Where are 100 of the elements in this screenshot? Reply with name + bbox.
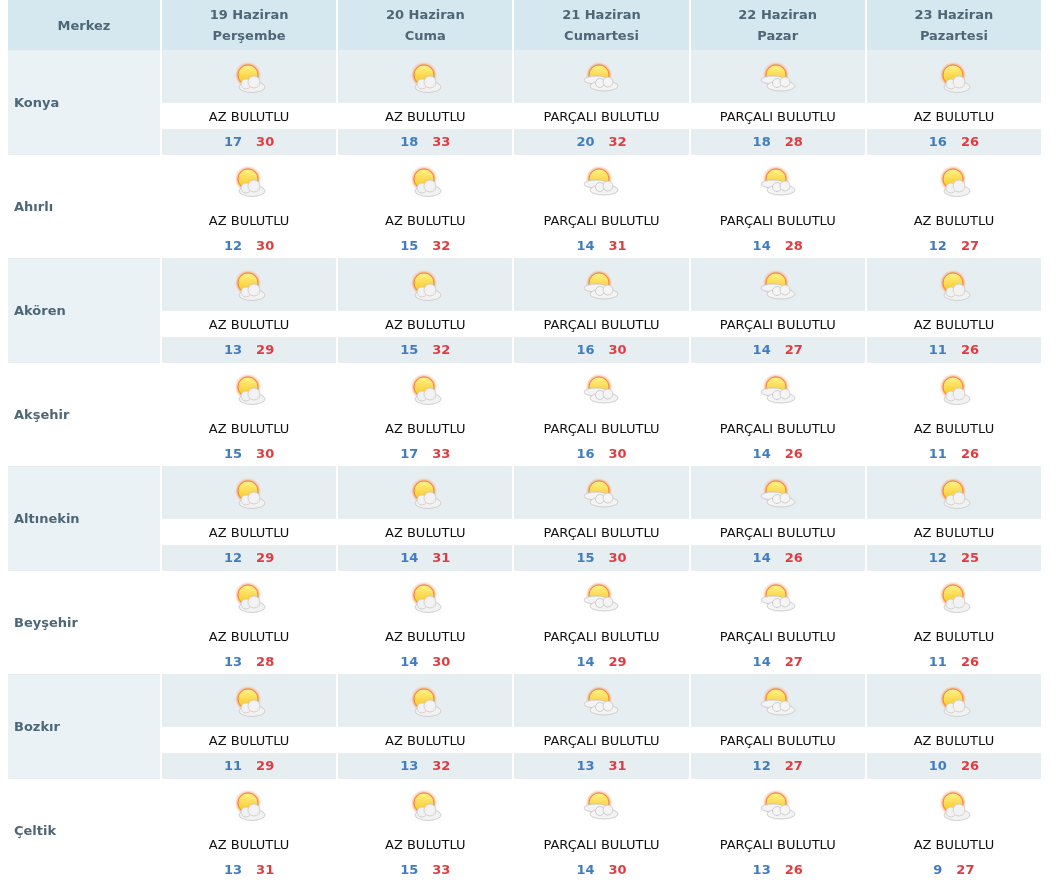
city-name: Bozkır	[8, 674, 160, 778]
date-label: 20 Haziran	[385, 6, 465, 24]
low-temperature: 12	[224, 238, 243, 253]
low-temperature: 15	[576, 550, 595, 565]
sun-behind-clouds-icon	[758, 60, 797, 94]
high-temperature: 30	[608, 862, 627, 877]
weekday-label: Cuma	[404, 27, 446, 45]
high-temperature: 26	[784, 446, 803, 461]
low-temperature: 11	[928, 342, 947, 357]
low-temperature: 13	[400, 758, 419, 773]
low-temperature: 18	[752, 134, 771, 149]
high-temperature: 29	[256, 342, 275, 357]
low-temperature: 15	[400, 342, 419, 357]
low-temperature: 18	[400, 134, 419, 149]
low-temperature: 16	[576, 446, 595, 461]
low-temperature: 13	[576, 758, 595, 773]
low-temperature: 12	[752, 758, 771, 773]
sun-behind-clouds-icon	[758, 788, 797, 822]
low-temperature: 14	[752, 654, 771, 669]
city-name: Altınekin	[8, 466, 160, 570]
sun-behind-clouds-icon	[582, 372, 621, 406]
sun-behind-clouds-icon	[758, 268, 797, 302]
column-header: Merkez	[8, 0, 160, 50]
low-temperature: 13	[224, 862, 243, 877]
city-name: Akören	[8, 258, 160, 362]
low-temperature: 11	[928, 654, 947, 669]
low-temperature: 14	[752, 238, 771, 253]
high-temperature: 26	[784, 862, 803, 877]
high-temperature: 27	[784, 342, 803, 357]
date-label: 22 Haziran	[738, 6, 818, 24]
high-temperature: 32	[432, 342, 451, 357]
sun-behind-clouds-icon	[582, 60, 621, 94]
high-temperature: 26	[960, 654, 979, 669]
high-temperature: 30	[432, 654, 451, 669]
low-temperature: 20	[576, 134, 595, 149]
sun-behind-clouds-icon	[758, 476, 797, 510]
high-temperature: 30	[256, 446, 275, 461]
low-temperature: 15	[224, 446, 243, 461]
weekday-label: Pazar	[757, 27, 799, 45]
high-temperature: 33	[432, 134, 451, 149]
sun-behind-clouds-icon	[582, 268, 621, 302]
high-temperature: 31	[608, 238, 627, 253]
high-temperature: 29	[256, 758, 275, 773]
low-temperature: 16	[928, 134, 947, 149]
high-temperature: 32	[432, 758, 451, 773]
low-temperature: 15	[400, 862, 419, 877]
date-label: 19 Haziran	[209, 6, 289, 24]
high-temperature: 25	[960, 550, 979, 565]
weekday-label: Pazartesi	[919, 27, 988, 45]
high-temperature: 26	[960, 758, 979, 773]
sun-behind-clouds-icon	[582, 580, 621, 614]
low-temperature: 14	[576, 862, 595, 877]
city-name: Konya	[8, 50, 160, 154]
high-temperature: 29	[608, 654, 627, 669]
high-temperature: 28	[784, 134, 803, 149]
high-temperature: 26	[784, 550, 803, 565]
low-temperature: 13	[224, 342, 243, 357]
sun-behind-clouds-icon	[582, 788, 621, 822]
high-temperature: 32	[608, 134, 627, 149]
low-temperature: 17	[400, 446, 419, 461]
high-temperature: 27	[784, 758, 803, 773]
low-temperature: 14	[752, 446, 771, 461]
sun-behind-clouds-icon	[758, 372, 797, 406]
low-temperature: 15	[400, 238, 419, 253]
low-temperature: 9	[933, 862, 943, 877]
low-temperature: 14	[752, 550, 771, 565]
high-temperature: 29	[256, 550, 275, 565]
high-temperature: 31	[256, 862, 275, 877]
low-temperature: 10	[928, 758, 947, 773]
low-temperature: 14	[752, 342, 771, 357]
low-temperature: 14	[400, 654, 419, 669]
high-temperature: 32	[432, 238, 451, 253]
high-temperature: 26	[960, 342, 979, 357]
high-temperature: 31	[608, 758, 627, 773]
date-label: 23 Haziran	[914, 6, 994, 24]
sun-behind-clouds-icon	[582, 476, 621, 510]
high-temperature: 30	[608, 342, 627, 357]
low-temperature: 12	[928, 550, 947, 565]
low-temperature: 14	[576, 238, 595, 253]
high-temperature: 33	[432, 446, 451, 461]
low-temperature: 14	[576, 654, 595, 669]
sun-behind-clouds-icon	[758, 580, 797, 614]
high-temperature: 28	[256, 654, 275, 669]
low-temperature: 16	[576, 342, 595, 357]
low-temperature: 13	[224, 654, 243, 669]
low-temperature: 17	[224, 134, 243, 149]
high-temperature: 30	[256, 238, 275, 253]
high-temperature: 28	[784, 238, 803, 253]
high-temperature: 27	[960, 238, 979, 253]
high-temperature: 27	[956, 862, 975, 877]
sun-behind-clouds-icon	[582, 684, 621, 718]
sun-behind-clouds-icon	[758, 684, 797, 718]
weekday-label: Cumartesi	[564, 27, 639, 45]
high-temperature: 27	[784, 654, 803, 669]
low-temperature: 12	[928, 238, 947, 253]
high-temperature: 30	[608, 446, 627, 461]
high-temperature: 33	[432, 862, 451, 877]
low-temperature: 11	[928, 446, 947, 461]
date-label: 21 Haziran	[562, 6, 641, 24]
high-temperature: 30	[608, 550, 627, 565]
